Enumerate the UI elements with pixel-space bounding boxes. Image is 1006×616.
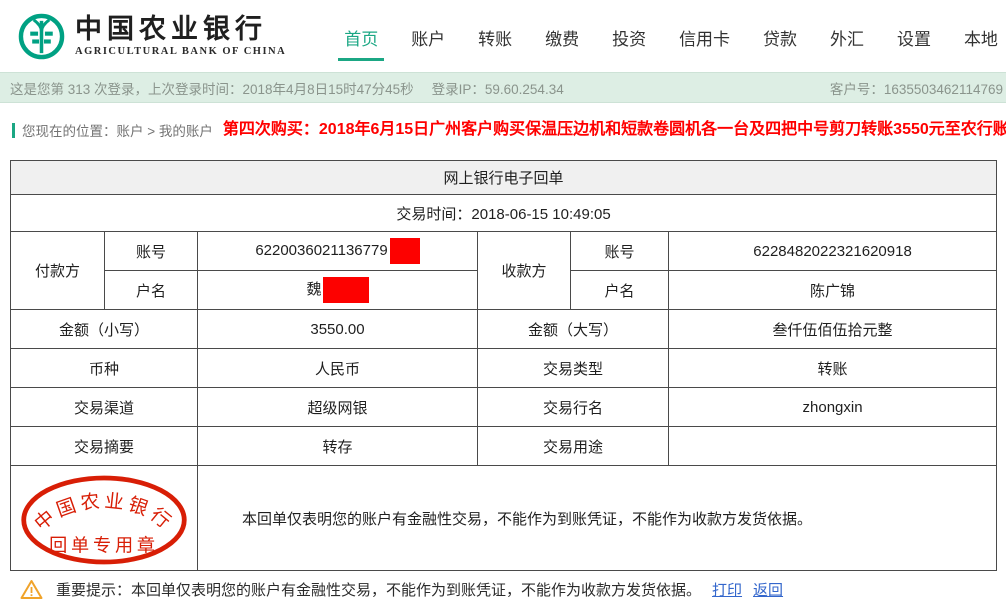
nav-investment[interactable]: 投资	[606, 25, 652, 61]
payer-account-label: 账号	[105, 232, 198, 271]
important-notice-text: 重要提示：本回单仅表明您的账户有金融性交易，不能作为到账凭证，不能作为收款方发货…	[56, 579, 701, 600]
summary-value: 转存	[198, 427, 478, 466]
transaction-type-value: 转账	[669, 349, 997, 388]
main-nav: 首页 账户 转账 缴费 投资 信用卡 贷款 外汇 设置 本地	[338, 11, 1006, 61]
back-link[interactable]: 返回	[753, 579, 783, 600]
amount-figures-label: 金额（小写）	[11, 310, 198, 349]
payer-account-cell: 6220036021136779	[198, 232, 478, 271]
bank-logo[interactable]: 中国农业银行 AGRICULTURAL BANK OF CHINA	[18, 13, 286, 60]
payee-name-label: 户名	[571, 271, 669, 310]
login-info-bar: 这是您第 313 次登录，上次登录时间：2018年4月8日15时47分45秒 登…	[0, 72, 1006, 103]
brand-name-cn: 中国农业银行	[75, 15, 286, 45]
nav-payments[interactable]: 缴费	[539, 25, 585, 61]
abc-bank-icon	[18, 13, 65, 60]
payee-account-number: 6228482022321620918	[669, 232, 997, 271]
summary-label: 交易摘要	[11, 427, 198, 466]
amount-words-value: 叁仟伍佰伍拾元整	[669, 310, 997, 349]
amount-words-label: 金额（大写）	[478, 310, 669, 349]
print-link[interactable]: 打印	[712, 579, 742, 600]
bank-seal-icon: 中国农业银行 回单专用章	[18, 471, 190, 569]
transaction-type-label: 交易类型	[478, 349, 669, 388]
purpose-label: 交易用途	[478, 427, 669, 466]
nav-transfer[interactable]: 转账	[472, 25, 518, 61]
login-count-text: 这是您第 313 次登录，上次登录时间：2018年4月8日15时47分45秒	[10, 78, 414, 98]
receipt-note: 本回单仅表明您的账户有金融性交易，不能作为到账凭证，不能作为收款方发货依据。	[198, 466, 997, 571]
breadcrumb-text: 您现在的位置：账户 > 我的账户	[22, 120, 213, 140]
nav-local[interactable]: 本地	[958, 25, 1004, 61]
receipt-stamp-cell: 中国农业银行 回单专用章	[11, 466, 198, 571]
redaction-box	[390, 238, 420, 264]
purchase-annotation: 第四次购买：2018年6月15日广州客户购买保温压边机和短款卷圆机各一台及四把中…	[223, 120, 1006, 139]
transaction-time: 交易时间：2018-06-15 10:49:05	[11, 195, 997, 232]
nav-home[interactable]: 首页	[338, 25, 384, 61]
customer-number: 客户号：1635503462114769	[830, 78, 1003, 98]
nav-accounts[interactable]: 账户	[405, 25, 451, 61]
breadcrumb-row: 您现在的位置：账户 > 我的账户 第四次购买：2018年6月15日广州客户购买保…	[0, 103, 1006, 160]
receipt-title: 网上银行电子回单	[11, 161, 997, 195]
brand-text: 中国农业银行 AGRICULTURAL BANK OF CHINA	[75, 15, 286, 58]
bank-name-label: 交易行名	[478, 388, 669, 427]
stamp-text-bottom: 回单专用章	[49, 535, 159, 555]
nav-loans[interactable]: 贷款	[757, 25, 803, 61]
payee-group-label: 收款方	[478, 232, 571, 310]
header: 中国农业银行 AGRICULTURAL BANK OF CHINA 首页 账户 …	[0, 0, 1006, 72]
nav-settings[interactable]: 设置	[891, 25, 937, 61]
nav-forex[interactable]: 外汇	[824, 25, 870, 61]
redaction-box	[323, 277, 369, 303]
payee-name: 陈广锦	[669, 271, 997, 310]
breadcrumb: 您现在的位置：账户 > 我的账户	[12, 120, 213, 140]
nav-credit-card[interactable]: 信用卡	[673, 25, 736, 61]
warning-icon	[20, 579, 43, 600]
footer-notice: 重要提示：本回单仅表明您的账户有金融性交易，不能作为到账凭证，不能作为收款方发货…	[20, 579, 1006, 600]
payer-name-label: 户名	[105, 271, 198, 310]
payer-name: 魏	[306, 281, 321, 298]
bank-name-value: zhongxin	[669, 388, 997, 427]
channel-value: 超级网银	[198, 388, 478, 427]
brand-name-en: AGRICULTURAL BANK OF CHINA	[75, 46, 286, 57]
e-receipt-table: 网上银行电子回单 交易时间：2018-06-15 10:49:05 付款方 账号…	[10, 160, 997, 571]
purpose-value	[669, 427, 997, 466]
payer-account-number: 6220036021136779	[255, 242, 387, 259]
login-ip-text: 登录IP：59.60.254.34	[432, 78, 564, 98]
currency-label: 币种	[11, 349, 198, 388]
payer-group-label: 付款方	[11, 232, 105, 310]
payer-name-cell: 魏	[198, 271, 478, 310]
currency-value: 人民币	[198, 349, 478, 388]
breadcrumb-accent-bar	[12, 123, 15, 138]
payee-account-label: 账号	[571, 232, 669, 271]
channel-label: 交易渠道	[11, 388, 198, 427]
stamp-text-top: 中国农业银行	[30, 490, 177, 535]
svg-text:中国农业银行: 中国农业银行	[30, 490, 177, 535]
amount-figures-value: 3550.00	[198, 310, 478, 349]
